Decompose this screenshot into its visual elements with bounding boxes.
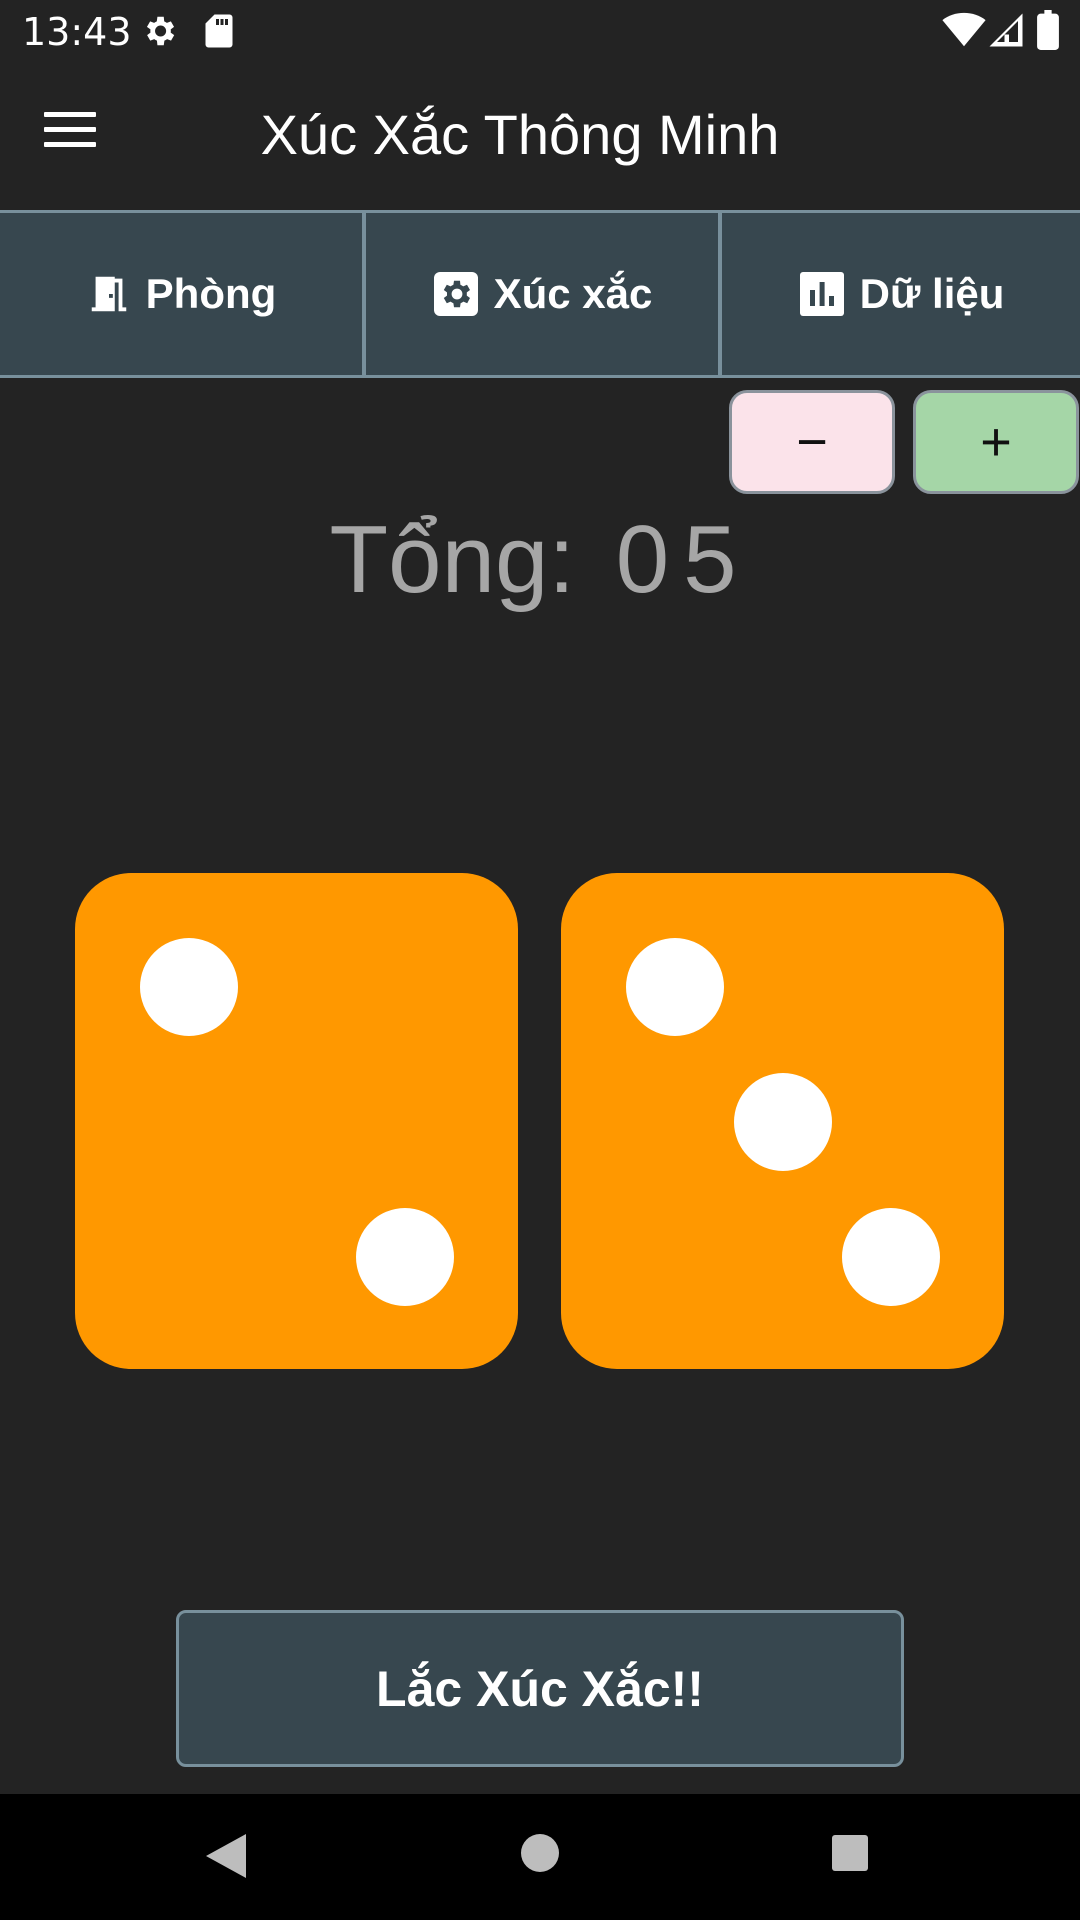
total-label: Tổng: [329, 506, 576, 613]
sd-card-icon [205, 14, 233, 48]
increase-dice-button[interactable]: + [913, 390, 1079, 494]
minus-icon: − [796, 412, 828, 472]
app-title-text: Xúc Xắc Thông Minh [260, 103, 780, 166]
plus-icon: + [980, 412, 1012, 472]
system-nav-bar [0, 1794, 1080, 1920]
decrease-dice-button[interactable]: − [729, 390, 895, 494]
tab-bar: Phòng Xúc xắc Dữ liệu [0, 210, 1080, 378]
tab-room[interactable]: Phòng [0, 213, 362, 375]
bar-chart-icon [799, 272, 844, 316]
total-display: Tổng: 05 [0, 500, 1080, 620]
door-icon [91, 276, 126, 312]
tab-data-label: Dữ liệu [859, 270, 1005, 317]
app-bar: Xúc Xắc Thông Minh [0, 62, 1080, 210]
tab-dice[interactable]: Xúc xắc [362, 213, 718, 375]
roll-dice-button[interactable]: Lắc Xúc Xắc!! [176, 1610, 904, 1767]
die-pip [734, 1073, 832, 1171]
back-icon[interactable] [206, 1834, 246, 1878]
die-pip [140, 938, 238, 1036]
app-title: Xúc Xắc Thông Minh [0, 100, 1080, 170]
roll-dice-label: Lắc Xúc Xắc!! [376, 1660, 704, 1717]
signal-icon [989, 13, 1023, 47]
battery-icon [1037, 10, 1059, 50]
die-pip [356, 1208, 454, 1306]
recent-apps-icon[interactable] [832, 1835, 868, 1871]
gear-icon [146, 16, 175, 46]
total-value: 05 [615, 506, 751, 613]
die-pip [626, 938, 724, 1036]
die[interactable] [75, 873, 518, 1369]
home-icon[interactable] [521, 1834, 559, 1872]
die[interactable] [561, 873, 1004, 1369]
wifi-icon [942, 12, 986, 47]
die-pip [842, 1208, 940, 1306]
tab-room-label: Phòng [145, 270, 277, 317]
settings-icon [433, 272, 478, 316]
tab-data[interactable]: Dữ liệu [718, 213, 1080, 375]
tab-dice-label: Xúc xắc [493, 270, 653, 317]
status-bar: 13:43 [0, 0, 1080, 62]
status-time: 13:43 [22, 10, 132, 54]
